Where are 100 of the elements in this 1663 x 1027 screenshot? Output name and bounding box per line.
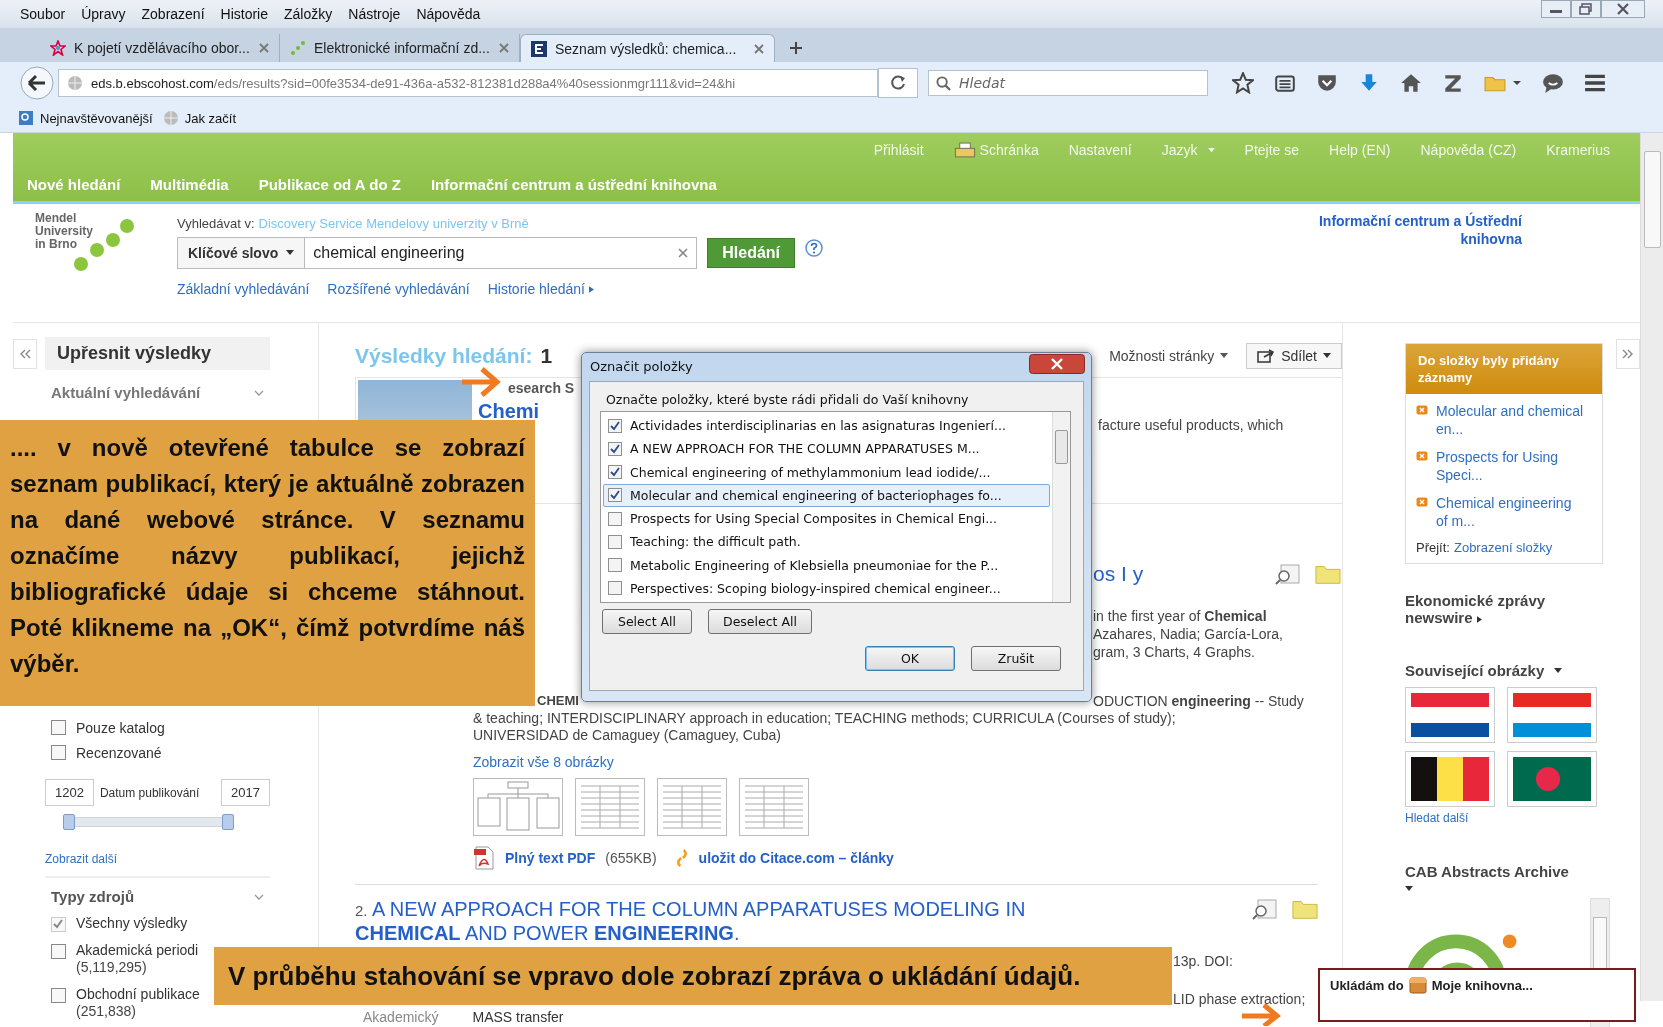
chevron-icon[interactable] <box>254 893 264 900</box>
news-link[interactable]: Ekonomické zprávy newswire <box>1405 592 1575 626</box>
search-link[interactable]: Historie hledání <box>487 281 594 297</box>
starter-title[interactable]: Chemi <box>478 400 583 422</box>
checkbox[interactable] <box>608 558 622 573</box>
collapse-icon[interactable] <box>13 339 37 369</box>
folder-icon[interactable] <box>1292 898 1318 920</box>
section-heading[interactable]: Typy zdrojů <box>51 888 135 905</box>
remove-icon[interactable] <box>1416 497 1428 507</box>
pdf-link[interactable]: Plný text PDF <box>505 850 596 866</box>
checkbox[interactable] <box>51 720 66 735</box>
list-item[interactable]: Molecular and chemical engineering of bacteriophages fo... <box>603 483 1050 507</box>
list-item[interactable]: Perspectives: Scoping biology-inspired chemical engineer... <box>603 576 1050 600</box>
date-to-field[interactable]: 2017 <box>221 779 270 806</box>
close-button[interactable] <box>1601 0 1645 18</box>
home-icon[interactable] <box>1400 72 1422 94</box>
menu-item[interactable]: Nápověda <box>416 6 481 22</box>
list-item[interactable]: Metabolic Engineering of Klebsiella pneumoniae for the P... <box>603 553 1050 577</box>
remove-icon[interactable] <box>1416 451 1428 461</box>
menu-item[interactable]: Soubor <box>20 6 66 22</box>
list-item[interactable]: Prospects for Using Special Composites in Chemical Engi... <box>603 507 1050 531</box>
flag-image[interactable] <box>1507 751 1597 807</box>
date-from-field[interactable]: 1202 <box>45 779 94 806</box>
deselect-all-button[interactable]: Deselect All <box>708 609 812 634</box>
view-folder-link[interactable]: Zobrazení složky <box>1453 540 1553 555</box>
flag-image[interactable] <box>1405 751 1495 807</box>
search-more-link[interactable]: Hledat další <box>1405 811 1610 825</box>
checkbox[interactable] <box>608 581 622 596</box>
menu-item[interactable]: Úpravy <box>81 6 126 22</box>
checkbox[interactable] <box>51 745 66 760</box>
menu-icon[interactable] <box>1584 72 1606 94</box>
menu-item[interactable]: Záložky <box>284 6 333 22</box>
images-link[interactable]: Zobrazit vše 8 obrázky <box>473 754 1342 770</box>
list-item[interactable]: Teaching: the difficult path. <box>603 530 1050 554</box>
checkbox[interactable] <box>608 418 622 433</box>
restore-button[interactable] <box>1571 0 1601 18</box>
checkbox[interactable] <box>608 441 622 456</box>
show-more-link[interactable]: Zobrazit další <box>45 852 270 866</box>
related-images-heading[interactable]: Související obrázky <box>1405 662 1610 679</box>
menu-item[interactable]: Nástroje <box>348 6 401 22</box>
folder-icon[interactable] <box>1315 563 1341 585</box>
select-all-button[interactable]: Select All <box>602 609 692 634</box>
reload-button[interactable] <box>878 68 918 98</box>
address-bar[interactable]: eds.b.ebscohost.com/eds/results?sid=00fe3534-de91-436a-a532-812381d288a4%40sessionmgr111&vid=24&hi <box>58 69 878 97</box>
search-link[interactable]: Základní vyhledávání <box>177 281 310 297</box>
help-icon[interactable] <box>805 239 824 257</box>
close-button[interactable] <box>1029 354 1085 374</box>
citation-link[interactable]: uložit do Citace.com – články <box>698 850 894 866</box>
close-icon[interactable] <box>259 43 269 53</box>
menu-item[interactable]: Zobrazení <box>141 6 205 22</box>
search-field[interactable]: Hledat <box>928 70 1208 96</box>
checkbox[interactable] <box>608 511 622 526</box>
chevron-icon[interactable] <box>254 389 264 396</box>
thumbnail-image[interactable] <box>473 778 563 836</box>
pdf-icon[interactable] <box>473 846 495 870</box>
database-heading[interactable]: CAB Abstracts Archive <box>1405 863 1610 880</box>
folder-item-link[interactable]: Prospects for Using Speci... <box>1436 448 1586 484</box>
menu-item[interactable]: Historie <box>220 6 269 22</box>
chat-icon[interactable] <box>1542 72 1564 94</box>
list-item[interactable]: A NEW APPROACH FOR THE COLUMN APPARATUSES M... <box>603 437 1050 461</box>
section-heading[interactable]: Aktuální vyhledávání <box>51 384 201 401</box>
close-icon[interactable] <box>499 43 509 53</box>
share-button[interactable]: Sdílet <box>1246 343 1342 369</box>
thumbnail-image[interactable] <box>575 778 645 836</box>
remove-icon[interactable] <box>1416 405 1428 415</box>
minimize-button[interactable] <box>1541 0 1571 18</box>
scrollbar[interactable] <box>1052 412 1070 602</box>
page-scrollbar[interactable] <box>1640 133 1663 1001</box>
date-range-slider[interactable] <box>63 814 234 830</box>
new-tab-icon[interactable] <box>789 41 803 55</box>
list-item[interactable]: Actividades interdisciplinarias en las asignaturas Ingenierí... <box>603 414 1050 438</box>
bookmark-link[interactable]: Nejnavštěvovanější <box>40 110 153 126</box>
search-link[interactable]: Rozšířené vyhledávání <box>327 281 470 297</box>
page-options-menu[interactable]: Možnosti stránky <box>1109 348 1229 364</box>
slider-handle[interactable] <box>63 814 75 830</box>
back-button[interactable] <box>20 66 54 100</box>
thumbnail-image[interactable] <box>657 778 727 836</box>
ok-button[interactable]: OK <box>865 646 955 671</box>
checkbox[interactable] <box>608 465 622 480</box>
checkbox[interactable] <box>51 988 66 1003</box>
bookmark-link[interactable]: Jak začít <box>184 110 237 126</box>
cancel-button[interactable]: Zrušit <box>971 646 1061 671</box>
expand-icon[interactable] <box>1616 339 1640 369</box>
close-icon[interactable] <box>754 43 764 54</box>
bookmark-star-icon[interactable] <box>1232 72 1254 94</box>
slider-handle[interactable] <box>222 814 234 830</box>
folder-item-link[interactable]: Molecular and chemical en... <box>1436 402 1586 438</box>
preview-icon[interactable] <box>1275 563 1301 585</box>
result-title[interactable]: 2. A NEW APPROACH FOR THE COLUMN APPARATUSES MODELING IN CHEMICAL AND POWER ENGINEERING. <box>355 898 1115 945</box>
list-item[interactable]: Chemical engineering of methylammonium lead iodide/... <box>603 460 1050 484</box>
checkbox[interactable] <box>608 488 622 503</box>
thumbnail-image[interactable] <box>739 778 809 836</box>
folder-item-link[interactable]: Chemical engineering of m... <box>1436 494 1586 530</box>
search-button[interactable]: Hledání <box>707 238 796 268</box>
result-title[interactable]: os I y <box>1093 562 1144 586</box>
reader-list-icon[interactable] <box>1274 72 1296 94</box>
browser-tab[interactable]: Seznam výsledků: chemica... <box>520 34 775 62</box>
caret-icon[interactable] <box>1405 886 1413 892</box>
checkbox[interactable] <box>51 944 66 959</box>
preview-icon[interactable] <box>1252 898 1278 920</box>
